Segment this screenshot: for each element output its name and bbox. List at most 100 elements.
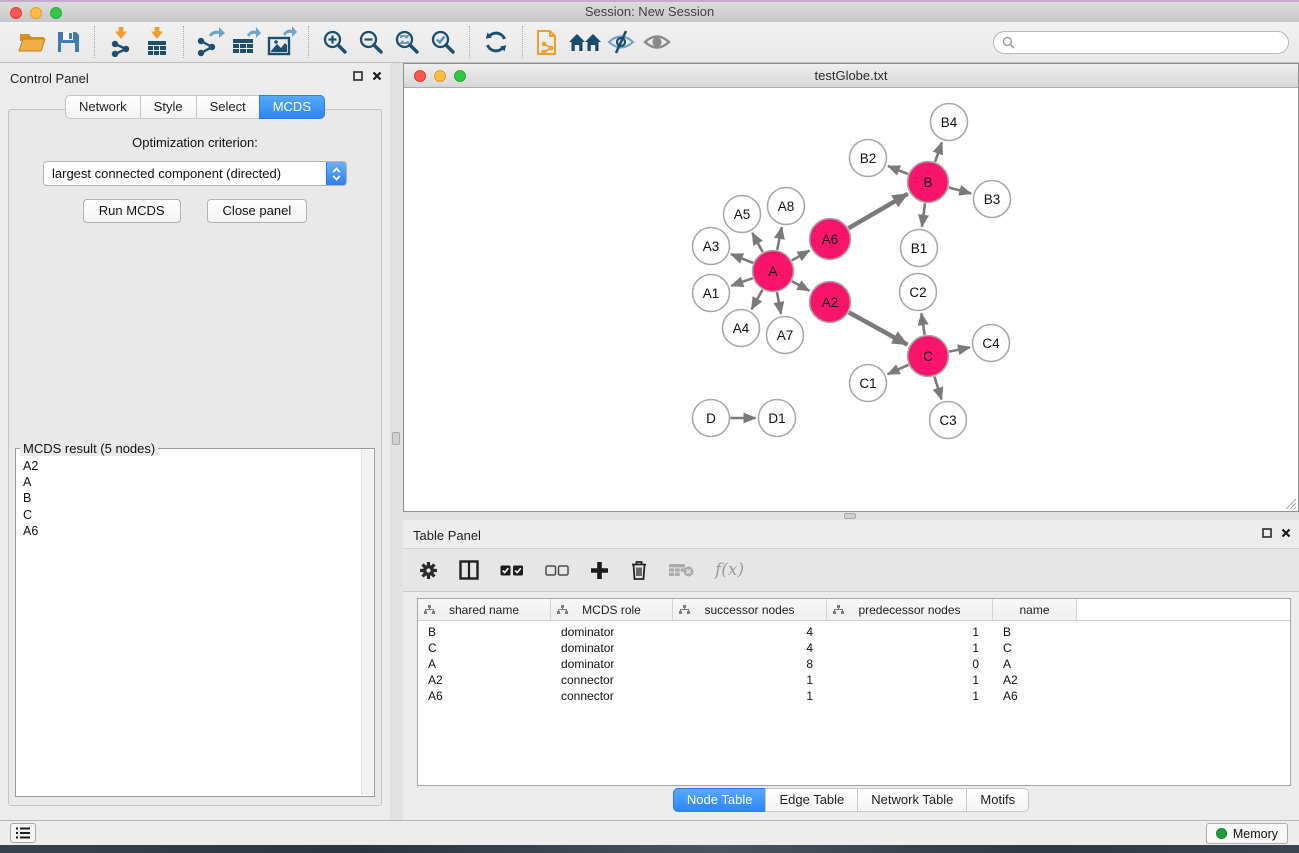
- deselect-all-rows-button[interactable]: [545, 555, 569, 585]
- list-item[interactable]: A6: [23, 523, 373, 539]
- graph-node-B1[interactable]: B1: [901, 230, 938, 267]
- network-canvas[interactable]: B4B2BB3A8A5A6A3B1AA1C2A2A4A7C4CC1C3DD1: [404, 88, 1298, 511]
- graph-node-B3[interactable]: B3: [974, 181, 1011, 218]
- float-panel-icon[interactable]: [353, 71, 363, 81]
- tab-edge-table[interactable]: Edge Table: [765, 788, 858, 812]
- search-field[interactable]: [993, 31, 1289, 54]
- save-session-button[interactable]: [50, 25, 86, 59]
- search-input[interactable]: [1020, 34, 1280, 50]
- column-header-shared-name[interactable]: shared name: [418, 599, 551, 620]
- graph-edge-C-C4[interactable]: [949, 347, 970, 351]
- graph-node-A3[interactable]: A3: [693, 228, 730, 265]
- graph-node-A[interactable]: A: [753, 251, 794, 292]
- export-image-button[interactable]: [264, 25, 300, 59]
- tab-mcds[interactable]: MCDS: [259, 95, 325, 119]
- table-options-button[interactable]: [419, 555, 438, 585]
- close-panel-icon[interactable]: [372, 71, 382, 81]
- splitter-grip-h[interactable]: [844, 513, 856, 519]
- graph-node-A2[interactable]: A2: [810, 282, 851, 323]
- graph-node-D[interactable]: D: [693, 400, 730, 437]
- graph-edge-A2-C[interactable]: [849, 312, 908, 344]
- zoom-fit-button[interactable]: [389, 25, 425, 59]
- list-item[interactable]: B: [23, 490, 373, 506]
- graph-edge-A-A6[interactable]: [792, 251, 810, 261]
- tab-select[interactable]: Select: [196, 95, 260, 119]
- panel-splitter-horizontal[interactable]: [403, 512, 1299, 520]
- show-graphics-details-button[interactable]: [639, 25, 675, 59]
- delete-table-button[interactable]: [669, 555, 694, 585]
- list-item[interactable]: C: [23, 507, 373, 523]
- graph-edge-B-B4[interactable]: [935, 142, 942, 161]
- column-header-name[interactable]: name: [993, 599, 1077, 620]
- minimize-window-button[interactable]: [30, 7, 42, 19]
- task-history-button[interactable]: [10, 823, 36, 843]
- graph-edge-B-B2[interactable]: [888, 166, 908, 174]
- network-graph[interactable]: B4B2BB3A8A5A6A3B1AA1C2A2A4A7C4CC1C3DD1: [404, 88, 1298, 511]
- close-panel-button[interactable]: Close panel: [207, 199, 308, 223]
- tab-motifs[interactable]: Motifs: [966, 788, 1029, 812]
- graph-edge-B-B1[interactable]: [922, 203, 925, 226]
- tab-node-table[interactable]: Node Table: [673, 788, 767, 812]
- graph-node-A6[interactable]: A6: [810, 219, 851, 260]
- tab-network-table[interactable]: Network Table: [857, 788, 967, 812]
- graph-node-D1[interactable]: D1: [759, 400, 796, 437]
- graph-edge-A-A8[interactable]: [777, 227, 782, 250]
- network-from-clipboard-button[interactable]: [531, 25, 567, 59]
- panel-splitter-vertical[interactable]: [390, 63, 403, 820]
- import-table-button[interactable]: [139, 25, 175, 59]
- graph-node-A8[interactable]: A8: [768, 188, 805, 225]
- graph-edge-A-A1[interactable]: [731, 278, 752, 286]
- refresh-button[interactable]: [478, 25, 514, 59]
- import-network-button[interactable]: [103, 25, 139, 59]
- column-header-predecessor-nodes[interactable]: predecessor nodes: [827, 599, 993, 620]
- graph-edge-C-C3[interactable]: [934, 377, 941, 400]
- run-mcds-button[interactable]: Run MCDS: [83, 199, 181, 223]
- delete-column-button[interactable]: [630, 555, 648, 585]
- table-row[interactable]: Adominator80A: [418, 656, 1290, 672]
- zoom-out-button[interactable]: [353, 25, 389, 59]
- graph-node-B2[interactable]: B2: [850, 140, 887, 177]
- network-zoom-button[interactable]: [454, 70, 466, 82]
- open-session-button[interactable]: [14, 25, 50, 59]
- zoom-in-button[interactable]: [317, 25, 353, 59]
- add-column-button[interactable]: [590, 555, 609, 585]
- table-row[interactable]: A6connector11A6: [418, 688, 1290, 704]
- zoom-selected-button[interactable]: [425, 25, 461, 59]
- mcds-result-list[interactable]: A2ABCA6: [17, 450, 373, 795]
- table-row[interactable]: Bdominator41B: [418, 624, 1290, 640]
- graph-edge-A-A5[interactable]: [752, 233, 762, 252]
- export-network-button[interactable]: [192, 25, 228, 59]
- memory-button[interactable]: Memory: [1206, 823, 1288, 844]
- table-row[interactable]: Cdominator41C: [418, 640, 1290, 656]
- graph-edge-A-A2[interactable]: [792, 281, 809, 291]
- graph-node-C3[interactable]: C3: [930, 402, 967, 439]
- list-item[interactable]: A: [23, 474, 373, 490]
- table-row[interactable]: A2connector11A2: [418, 672, 1290, 688]
- network-close-button[interactable]: [414, 70, 426, 82]
- home-button[interactable]: [567, 25, 603, 59]
- network-minimize-button[interactable]: [434, 70, 446, 82]
- graph-node-B[interactable]: B: [908, 162, 949, 203]
- hide-graphics-details-button[interactable]: [603, 25, 639, 59]
- graph-node-C1[interactable]: C1: [850, 365, 887, 402]
- select-all-rows-button[interactable]: [500, 555, 524, 585]
- mcds-list-scrollbar[interactable]: [361, 450, 373, 795]
- graph-node-A4[interactable]: A4: [723, 310, 760, 347]
- column-header-successor-nodes[interactable]: successor nodes: [673, 599, 827, 620]
- float-table-panel-icon[interactable]: [1262, 528, 1272, 538]
- window-resize-grip[interactable]: [1284, 497, 1297, 510]
- close-table-panel-icon[interactable]: [1281, 528, 1291, 538]
- list-item[interactable]: A2: [23, 458, 373, 474]
- network-window-titlebar[interactable]: testGlobe.txt: [404, 64, 1298, 88]
- function-builder-button[interactable]: f(x): [715, 555, 744, 585]
- graph-edge-A-A3[interactable]: [731, 254, 753, 263]
- column-header-mcds-role[interactable]: MCDS role: [551, 599, 673, 620]
- export-table-button[interactable]: [228, 25, 264, 59]
- graph-node-C2[interactable]: C2: [900, 274, 937, 311]
- splitter-grip[interactable]: [392, 432, 400, 445]
- graph-node-C4[interactable]: C4: [973, 325, 1010, 362]
- graph-node-B4[interactable]: B4: [931, 104, 968, 141]
- graph-node-A5[interactable]: A5: [724, 196, 761, 233]
- graph-edge-C-C1[interactable]: [888, 365, 909, 374]
- graph-edge-A-A4[interactable]: [752, 290, 763, 310]
